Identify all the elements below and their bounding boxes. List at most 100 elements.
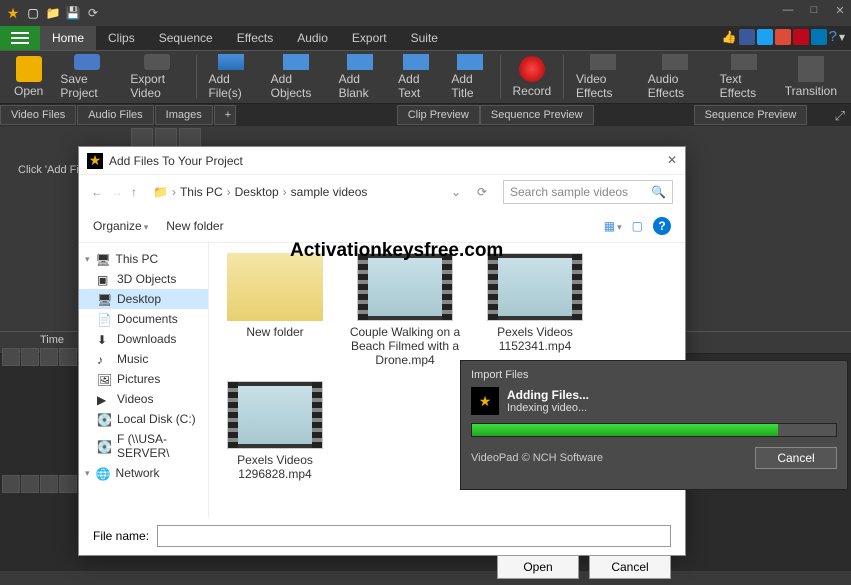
add-blank-button[interactable]: Add Blank xyxy=(331,52,390,102)
file-item[interactable]: New folder xyxy=(217,253,333,367)
nav-back-icon[interactable]: ← xyxy=(91,185,103,199)
search-input[interactable]: Search sample videos 🔍 xyxy=(503,180,673,204)
grid-view-button[interactable] xyxy=(155,128,177,148)
add-objects-button[interactable]: Add Objects xyxy=(263,52,330,102)
dialog-close-button[interactable]: ✕ xyxy=(667,153,677,167)
tab-sequence-preview-2[interactable]: Sequence Preview xyxy=(694,105,808,125)
open-button[interactable]: Open xyxy=(497,555,579,579)
sidebar-item-music[interactable]: ♪Music xyxy=(79,349,208,369)
text-effects-button[interactable]: Text Effects xyxy=(712,52,776,102)
sidebar-item-f-usa-server-[interactable]: 💽F (\\USA-SERVER\ xyxy=(79,429,208,463)
maximize-button[interactable]: □ xyxy=(807,4,821,18)
file-item[interactable]: Pexels Videos 1296828.mp4 xyxy=(217,381,333,481)
bottom-btn-3[interactable] xyxy=(40,475,58,493)
import-progress-dialog: Import Files ★ Adding Files... Indexing … xyxy=(460,360,848,490)
list-view-button[interactable] xyxy=(131,128,153,148)
pinterest-icon[interactable] xyxy=(793,29,809,45)
search-icon: 🔍 xyxy=(651,185,666,199)
google-plus-icon[interactable] xyxy=(775,29,791,45)
organize-button[interactable]: Organize▾ xyxy=(93,219,148,233)
expand-view-button[interactable] xyxy=(179,128,201,148)
refresh-icon[interactable]: ⟳ xyxy=(477,185,487,199)
timeline-btn-1[interactable] xyxy=(2,348,20,366)
sidebar-item-documents[interactable]: 📄Documents xyxy=(79,309,208,329)
nav-up-icon[interactable]: ↑ xyxy=(131,185,137,199)
dropdown-icon[interactable]: ▾ xyxy=(839,30,845,44)
menu-audio[interactable]: Audio xyxy=(285,26,340,50)
video-effects-button[interactable]: Video Effects xyxy=(568,52,639,102)
close-button[interactable]: ✕ xyxy=(833,4,847,18)
menu-sequence[interactable]: Sequence xyxy=(147,26,225,50)
organize-bar: Organize▾ New folder ▦▾ ▢ ? xyxy=(79,209,685,243)
thumbs-up-icon[interactable]: 👍 xyxy=(722,30,737,44)
menu-home[interactable]: Home xyxy=(40,26,96,50)
cancel-button[interactable]: Cancel xyxy=(589,555,671,579)
add-files-button[interactable]: Add File(s) xyxy=(200,52,261,102)
new-folder-button[interactable]: New folder xyxy=(166,219,223,233)
help-icon[interactable]: ? xyxy=(829,28,837,45)
timeline-controls xyxy=(2,348,77,366)
twitter-icon[interactable] xyxy=(757,29,773,45)
timeline-btn-4[interactable] xyxy=(59,348,77,366)
menu-bar: Home Clips Sequence Effects Audio Export… xyxy=(0,26,851,50)
view-mode-button[interactable]: ▦▾ xyxy=(604,219,622,233)
record-button[interactable]: Record xyxy=(505,52,560,102)
sidebar-item-network[interactable]: ▾ 🌐Network xyxy=(79,463,208,483)
file-item[interactable]: Pexels Videos 1152341.mp4 xyxy=(477,253,593,367)
desktop-icon: 🖥 xyxy=(97,293,111,305)
sidebar-item-this-pc[interactable]: ▾ 🖥This PC xyxy=(79,249,208,269)
bottom-btn-2[interactable] xyxy=(21,475,39,493)
sidebar-item-videos[interactable]: ▶Videos xyxy=(79,389,208,409)
save-project-button[interactable]: Save Project xyxy=(52,52,121,102)
add-title-button[interactable]: Add Title xyxy=(443,52,495,102)
preview-pane-button[interactable]: ▢ xyxy=(632,219,643,233)
sidebar-item-3d-objects[interactable]: ▣3D Objects xyxy=(79,269,208,289)
tab-images[interactable]: Images xyxy=(155,105,213,125)
tab-video-files[interactable]: Video Files xyxy=(0,105,76,125)
app-icon: ★ xyxy=(4,4,22,22)
sidebar-item-pictures[interactable]: 🖼Pictures xyxy=(79,369,208,389)
export-video-button[interactable]: Export Video xyxy=(122,52,191,102)
linkedin-icon[interactable] xyxy=(811,29,827,45)
refresh-icon[interactable]: ⟳ xyxy=(84,4,102,22)
breadcrumb[interactable]: 📁 › This PC› Desktop› sample videos xyxy=(147,181,441,203)
dialog-title: Add Files To Your Project xyxy=(109,154,243,168)
add-text-button[interactable]: Add Text xyxy=(390,52,442,102)
open-button[interactable]: Open xyxy=(6,52,51,102)
menu-effects[interactable]: Effects xyxy=(225,26,285,50)
new-icon[interactable]: ▢ xyxy=(24,4,42,22)
expand-icon[interactable]: ⤢ xyxy=(835,108,845,124)
bottom-btn-1[interactable] xyxy=(2,475,20,493)
tab-add[interactable]: + xyxy=(214,105,236,125)
tab-sequence-preview-1[interactable]: Sequence Preview xyxy=(480,105,594,125)
timeline-btn-3[interactable] xyxy=(40,348,58,366)
watermark-text: Activationkeysfree.com xyxy=(290,240,503,262)
tab-clip-preview[interactable]: Clip Preview xyxy=(397,105,480,125)
file-item[interactable]: Couple Walking on a Beach Filmed with a … xyxy=(347,253,463,367)
tab-audio-files[interactable]: Audio Files xyxy=(77,105,153,125)
facebook-icon[interactable] xyxy=(739,29,755,45)
filename-input[interactable] xyxy=(157,525,671,547)
menu-export[interactable]: Export xyxy=(340,26,399,50)
music-icon: ♪ xyxy=(97,353,111,365)
doc-icon: 📄 xyxy=(97,313,111,325)
progress-cancel-button[interactable]: Cancel xyxy=(755,447,837,469)
sidebar-item-downloads[interactable]: ⬇Downloads xyxy=(79,329,208,349)
open-icon[interactable]: 📁 xyxy=(44,4,62,22)
menu-suite[interactable]: Suite xyxy=(399,26,450,50)
sidebar-item-desktop[interactable]: 🖥Desktop xyxy=(79,289,208,309)
audio-effects-button[interactable]: Audio Effects xyxy=(640,52,711,102)
nav-fwd-icon[interactable]: → xyxy=(111,185,123,199)
dropdown-icon[interactable]: ⌄ xyxy=(451,185,461,199)
save-icon[interactable]: 💾 xyxy=(64,4,82,22)
bottom-btn-4[interactable] xyxy=(59,475,77,493)
disk-icon: 💽 xyxy=(97,440,111,452)
timeline-btn-2[interactable] xyxy=(21,348,39,366)
help-icon[interactable]: ? xyxy=(653,217,671,235)
menu-clips[interactable]: Clips xyxy=(96,26,147,50)
transition-button[interactable]: Transition xyxy=(777,52,845,102)
folder-icon: 📁 xyxy=(153,185,168,199)
sidebar-item-local-disk-c-[interactable]: 💽Local Disk (C:) xyxy=(79,409,208,429)
hamburger-menu[interactable] xyxy=(0,26,40,50)
minimize-button[interactable]: — xyxy=(781,4,795,18)
